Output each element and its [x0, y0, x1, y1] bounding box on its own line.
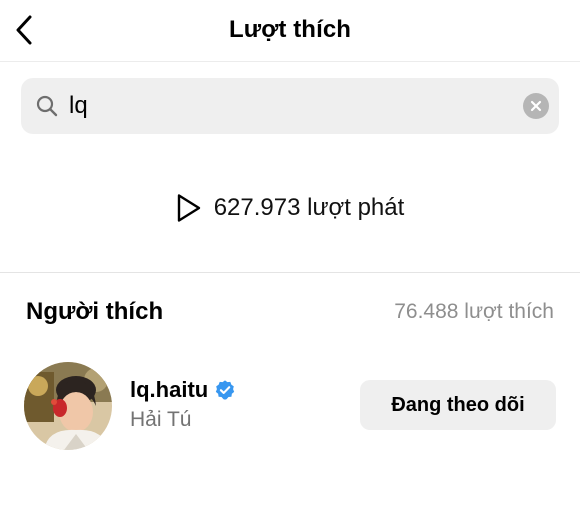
display-name: Hải Tú — [130, 408, 192, 431]
play-count-text: 627.973 lượt phát — [213, 194, 405, 221]
avatar-image — [24, 362, 112, 450]
clear-icon — [530, 100, 542, 112]
following-button[interactable]: Đang theo dõi — [360, 380, 556, 430]
likes-count: 76.488 lượt thích — [394, 300, 554, 323]
likers-heading: Người thích — [26, 298, 164, 325]
avatar[interactable] — [24, 362, 112, 450]
search-bar[interactable] — [21, 78, 559, 134]
section-divider — [0, 272, 580, 273]
username[interactable]: lq.haitu — [130, 377, 208, 403]
play-icon — [177, 194, 200, 222]
username-line[interactable]: lq.haitu — [130, 377, 236, 403]
user-row[interactable]: lq.haitu Hải Tú Đang theo dõi — [0, 360, 580, 450]
clear-search-button[interactable] — [523, 93, 549, 119]
likes-screen: Lượt thích 627.973 lượt phát Người thích… — [0, 0, 580, 512]
header: Lượt thích — [0, 0, 580, 62]
verified-badge-icon — [216, 380, 235, 400]
search-input[interactable] — [69, 86, 509, 126]
page-title: Lượt thích — [228, 16, 352, 43]
search-icon — [36, 95, 58, 117]
play-count: 627.973 lượt phát — [0, 190, 580, 226]
